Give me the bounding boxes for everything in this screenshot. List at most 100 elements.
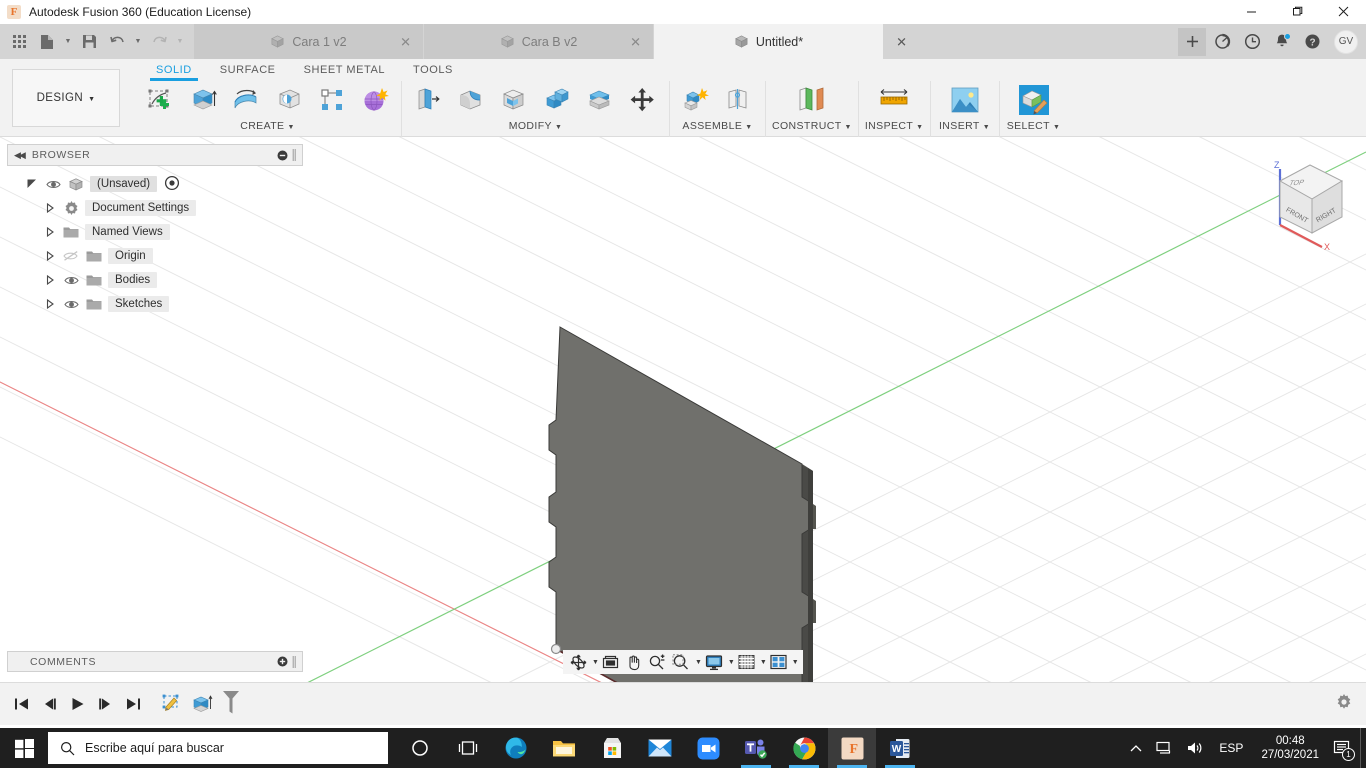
undo-dropdown-arrow[interactable]: ▼ bbox=[132, 29, 144, 55]
task-view-icon[interactable] bbox=[444, 728, 492, 768]
document-tab-untitled[interactable]: Untitled* ✕ bbox=[654, 24, 907, 59]
expand-collapse-icon[interactable] bbox=[43, 251, 57, 261]
display-dropdown-arrow[interactable]: ▼ bbox=[728, 659, 735, 666]
chevron-down-icon[interactable]: ▼ bbox=[916, 124, 923, 131]
browser-node-named-views[interactable]: Named Views bbox=[7, 220, 303, 244]
rectangular-pattern-icon[interactable] bbox=[312, 81, 352, 119]
chevron-down-icon[interactable]: ▼ bbox=[287, 124, 294, 131]
grid-snaps-icon[interactable] bbox=[735, 651, 758, 673]
chevron-down-icon[interactable]: ▼ bbox=[555, 124, 562, 131]
timeline-extrude-feature[interactable] bbox=[188, 689, 218, 719]
browser-node-document-settings[interactable]: Document Settings bbox=[7, 196, 303, 220]
expand-collapse-icon[interactable] bbox=[43, 299, 57, 309]
orbit-icon[interactable] bbox=[567, 651, 590, 673]
visibility-hidden-eye-icon[interactable] bbox=[62, 250, 80, 262]
file-explorer-icon[interactable] bbox=[540, 728, 588, 768]
sync-icon[interactable] bbox=[1208, 28, 1236, 56]
zoom-app-icon[interactable] bbox=[684, 728, 732, 768]
chevron-down-icon[interactable]: ▼ bbox=[845, 124, 852, 131]
mail-icon[interactable] bbox=[636, 728, 684, 768]
tab-tools[interactable]: TOOLS bbox=[399, 61, 467, 81]
notifications-bell-icon[interactable] bbox=[1268, 28, 1296, 56]
browser-node-origin[interactable]: Origin bbox=[7, 244, 303, 268]
new-component-icon[interactable] bbox=[676, 81, 716, 119]
step-forward-button[interactable] bbox=[92, 691, 118, 717]
browser-node-unsaved[interactable]: (Unsaved) bbox=[7, 172, 303, 196]
select-icon[interactable] bbox=[1006, 81, 1062, 119]
grip-icon[interactable] bbox=[292, 655, 296, 668]
move-copy-icon[interactable] bbox=[623, 81, 663, 119]
chevron-down-icon[interactable]: ▼ bbox=[745, 124, 752, 131]
job-status-clock-icon[interactable] bbox=[1238, 28, 1266, 56]
taskbar-search-box[interactable]: Escribe aquí para buscar bbox=[48, 732, 388, 764]
workspace-selector[interactable]: DESIGN ▼ bbox=[12, 69, 120, 127]
measure-icon[interactable] bbox=[866, 81, 922, 119]
chevron-down-icon[interactable]: ▼ bbox=[983, 124, 990, 131]
grip-icon[interactable] bbox=[292, 149, 296, 161]
visibility-eye-icon[interactable] bbox=[62, 299, 80, 310]
document-tab-cara-b[interactable]: Cara B v2 ✕ bbox=[424, 24, 654, 59]
create-sketch-icon[interactable] bbox=[140, 81, 180, 119]
jump-to-end-button[interactable] bbox=[120, 691, 146, 717]
create-form-icon[interactable] bbox=[355, 81, 395, 119]
expand-collapse-icon[interactable] bbox=[25, 179, 39, 189]
show-desktop-button[interactable] bbox=[1360, 728, 1366, 768]
undo-icon[interactable] bbox=[104, 29, 130, 55]
orbit-dropdown-arrow[interactable]: ▼ bbox=[592, 659, 599, 666]
press-pull-icon[interactable] bbox=[408, 81, 448, 119]
microsoft-edge-icon[interactable] bbox=[492, 728, 540, 768]
chevron-down-icon[interactable]: ▼ bbox=[1053, 124, 1060, 131]
close-tab-button[interactable]: ✕ bbox=[400, 35, 411, 48]
network-icon[interactable] bbox=[1149, 728, 1180, 768]
timeline-settings-gear-icon[interactable] bbox=[1336, 693, 1352, 715]
new-file-icon[interactable] bbox=[34, 29, 60, 55]
expand-collapse-icon[interactable] bbox=[43, 275, 57, 285]
combine-icon[interactable] bbox=[537, 81, 577, 119]
look-at-icon[interactable] bbox=[599, 651, 622, 673]
display-settings-icon[interactable] bbox=[702, 651, 726, 673]
tab-solid[interactable]: SOLID bbox=[142, 61, 206, 81]
expand-collapse-icon[interactable] bbox=[43, 227, 57, 237]
play-button[interactable] bbox=[64, 691, 90, 717]
collapse-left-icon[interactable]: ◀◀ bbox=[14, 150, 26, 161]
redo-dropdown-arrow[interactable]: ▼ bbox=[174, 29, 186, 55]
google-chrome-icon[interactable] bbox=[780, 728, 828, 768]
fillet-icon[interactable] bbox=[451, 81, 491, 119]
zoom-icon[interactable] bbox=[645, 651, 669, 673]
new-document-tab-button[interactable] bbox=[1178, 27, 1206, 56]
action-center-icon[interactable]: 1 bbox=[1329, 728, 1360, 768]
minimize-button[interactable] bbox=[1228, 0, 1274, 24]
microsoft-word-icon[interactable]: W bbox=[876, 728, 924, 768]
language-indicator[interactable]: ESP bbox=[1211, 741, 1251, 755]
extrude-icon[interactable] bbox=[183, 81, 223, 119]
timeline-filter-icon[interactable] bbox=[220, 689, 242, 719]
microsoft-teams-icon[interactable] bbox=[732, 728, 780, 768]
fit-dropdown-arrow[interactable]: ▼ bbox=[695, 659, 702, 666]
viewports-dropdown-arrow[interactable]: ▼ bbox=[792, 659, 799, 666]
redo-icon[interactable] bbox=[146, 29, 172, 55]
viewports-icon[interactable] bbox=[767, 651, 790, 673]
plus-circle-icon[interactable] bbox=[277, 656, 288, 667]
show-hidden-icons-icon[interactable] bbox=[1123, 728, 1149, 768]
pan-hand-icon[interactable] bbox=[622, 651, 645, 673]
grid-dropdown-arrow[interactable]: ▼ bbox=[760, 659, 767, 666]
close-window-button[interactable] bbox=[1320, 0, 1366, 24]
maximize-button[interactable] bbox=[1274, 0, 1320, 24]
insert-canvas-icon[interactable] bbox=[937, 81, 993, 119]
sweep-icon[interactable] bbox=[269, 81, 309, 119]
save-icon[interactable] bbox=[76, 29, 102, 55]
comments-panel[interactable]: COMMENTS bbox=[7, 651, 303, 672]
taskbar-clock[interactable]: 00:48 27/03/2021 bbox=[1251, 728, 1329, 768]
volume-icon[interactable] bbox=[1180, 728, 1211, 768]
browser-node-bodies[interactable]: Bodies bbox=[7, 268, 303, 292]
visibility-eye-icon[interactable] bbox=[44, 179, 62, 190]
tab-surface[interactable]: SURFACE bbox=[206, 61, 290, 81]
autodesk-fusion-icon[interactable]: F bbox=[828, 728, 876, 768]
app-grid-icon[interactable] bbox=[6, 29, 32, 55]
browser-node-sketches[interactable]: Sketches bbox=[7, 292, 303, 316]
jump-to-beginning-button[interactable] bbox=[8, 691, 34, 717]
close-tab-button[interactable]: ✕ bbox=[896, 35, 907, 48]
help-icon[interactable]: ? bbox=[1298, 28, 1326, 56]
windows-start-icon[interactable] bbox=[0, 728, 48, 768]
activate-component-icon[interactable] bbox=[164, 175, 180, 194]
